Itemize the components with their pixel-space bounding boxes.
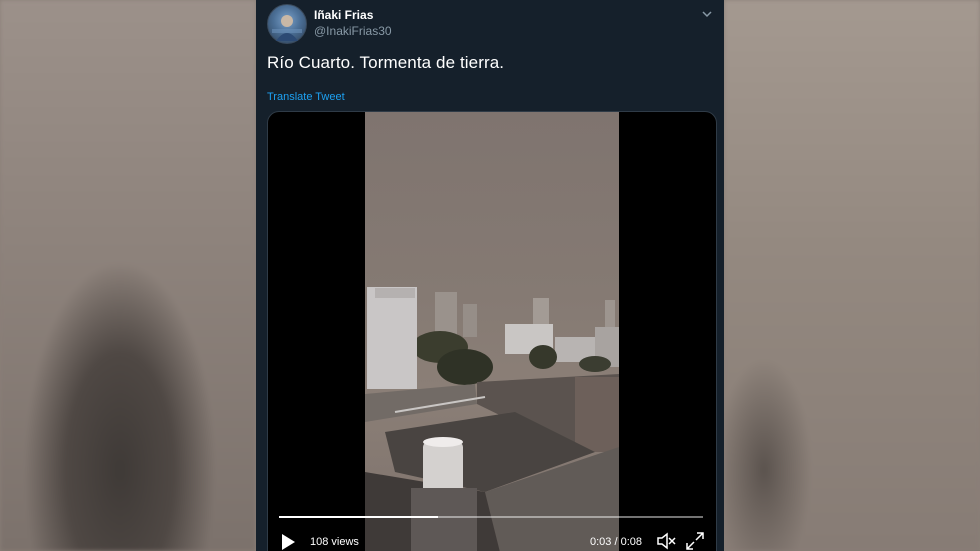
author-name[interactable]: Iñaki Frias — [314, 8, 373, 22]
translate-tweet-link[interactable]: Translate Tweet — [267, 91, 345, 103]
volume-muted-icon[interactable] — [656, 532, 676, 550]
play-icon[interactable] — [280, 533, 296, 551]
view-count: 108 views — [310, 536, 359, 548]
tweet-card: Iñaki Frias @InakiFrias30 Río Cuarto. To… — [256, 0, 724, 551]
video-player[interactable]: 108 views 0:03 / 0:08 — [267, 111, 717, 551]
chevron-down-icon[interactable] — [700, 7, 714, 21]
video-frame — [365, 112, 619, 551]
fullscreen-icon[interactable] — [686, 532, 704, 550]
video-progress-fill — [279, 516, 438, 518]
author-handle[interactable]: @InakiFrias30 — [314, 24, 392, 38]
tweet-text: Río Cuarto. Tormenta de tierra. — [267, 53, 505, 72]
avatar[interactable] — [267, 4, 307, 44]
video-progress-bar[interactable] — [279, 516, 703, 518]
video-time: 0:03 / 0:08 — [590, 536, 642, 548]
blurred-background-left — [0, 0, 256, 551]
blurred-background-right — [724, 0, 980, 551]
